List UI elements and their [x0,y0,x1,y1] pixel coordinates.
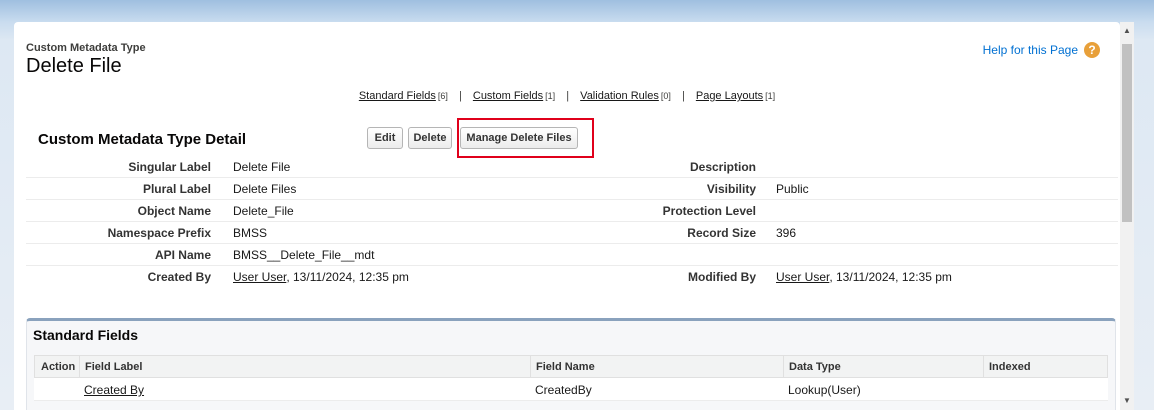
highlight-box [457,118,594,158]
data-type-cell: Lookup(User) [788,383,861,397]
column-divider [983,356,984,379]
column-header-field-name: Field Name [536,361,595,373]
standard-fields-count: [6] [437,91,448,101]
modified-by-user-link[interactable]: User User [776,270,829,284]
table-row: Created By CreatedBy Lookup(User) [34,378,1108,401]
scroll-up-arrow-icon[interactable]: ▲ [1120,24,1134,38]
validation-rules-count: [0] [660,91,671,101]
link-custom-fields[interactable]: Custom Fields [473,90,543,102]
field-label: Visibility [706,182,756,196]
detail-row: API Name BMSS__Delete_File__mdt [26,244,1118,266]
edit-button[interactable]: Edit [367,127,403,149]
field-label: Object Name [137,204,211,218]
created-by-label: Created By [147,270,211,284]
field-value: BMSS [233,226,268,240]
scrollbar-thumb[interactable] [1122,44,1132,222]
column-divider [530,356,531,379]
custom-fields-count: [1] [545,91,556,101]
field-name-cell: CreatedBy [535,383,592,397]
column-header-field-label: Field Label [85,361,143,373]
link-page-layouts[interactable]: Page Layouts [696,90,763,102]
field-label: Singular Label [128,160,211,174]
field-label: Record Size [687,226,756,240]
page-layouts-count: [1] [765,91,776,101]
field-value: BMSS__Delete_File__mdt [233,248,375,262]
column-header-action: Action [41,361,76,373]
question-icon[interactable]: ? [1084,42,1100,58]
field-value: Public [776,182,809,196]
field-value: Delete File [233,160,291,174]
field-label-cell: Created By [84,383,144,397]
help-link[interactable]: Help for this Page [983,43,1078,57]
scroll-down-arrow-icon[interactable]: ▼ [1120,394,1134,408]
column-divider [79,356,80,379]
separator: | [458,90,462,102]
detail-row: Plural Label Delete Files Visibility Pub… [26,178,1118,200]
modified-by-label: Modified By [688,270,756,284]
detail-row-audit: Created By User User, 13/11/2024, 12:35 … [26,266,1118,287]
standard-fields-section: Standard Fields Action Field Label Field… [26,318,1116,410]
column-header-indexed: Indexed [989,361,1031,373]
field-value: Delete_File [233,204,294,218]
delete-button[interactable]: Delete [408,127,452,149]
modified-date: , 13/11/2024, 12:35 pm [829,270,952,284]
field-label: Protection Level [662,204,756,218]
field-label: Plural Label [142,182,211,196]
separator: | [681,90,685,102]
detail-row: Object Name Delete_File Protection Level [26,200,1118,222]
field-label: Namespace Prefix [107,226,211,240]
field-label-link[interactable]: Created By [84,383,144,397]
standard-fields-title: Standard Fields [33,327,139,343]
detail-row: Namespace Prefix BMSS Record Size 396 [26,222,1118,244]
page-title: Delete File [26,55,122,77]
column-header-data-type: Data Type [789,361,841,373]
field-value: Delete Files [233,182,297,196]
detail-row: Singular Label Delete File Description [26,156,1118,178]
field-label: API Name [154,248,211,262]
separator: | [566,90,570,102]
field-label: Description [689,160,756,174]
created-by-user-link[interactable]: User User [233,270,286,284]
created-by-value: User User, 13/11/2024, 12:35 pm [233,270,409,284]
vertical-scrollbar[interactable]: ▲ ▼ [1120,22,1134,410]
detail-section-title: Custom Metadata Type Detail [38,131,247,148]
column-divider [783,356,784,379]
related-links-bar: Standard Fields [6] | Custom Fields [1] | … [14,90,1120,102]
link-validation-rules[interactable]: Validation Rules [580,90,659,102]
field-value: 396 [776,226,797,240]
created-date: , 13/11/2024, 12:35 pm [286,270,409,284]
modified-by-value: User User, 13/11/2024, 12:35 pm [776,270,952,284]
main-panel: Custom Metadata Type Delete File Help fo… [14,22,1120,410]
help-link-group[interactable]: Help for this Page ? [983,42,1100,58]
object-type-label: Custom Metadata Type [26,42,146,54]
table-header: Action Field Label Field Name Data Type … [34,355,1108,379]
link-standard-fields[interactable]: Standard Fields [359,90,436,102]
